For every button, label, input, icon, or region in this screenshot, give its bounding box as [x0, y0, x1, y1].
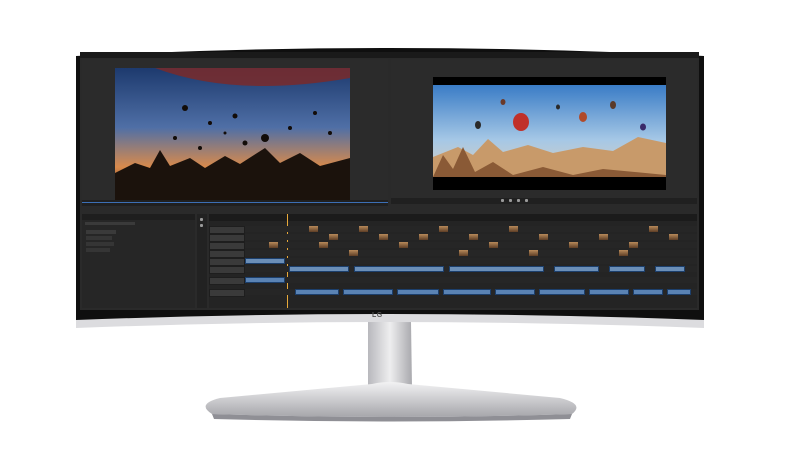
track-header[interactable]: [209, 226, 245, 234]
audio-clip[interactable]: [397, 289, 439, 295]
video-clip[interactable]: [489, 242, 498, 248]
video-clip[interactable]: [379, 234, 388, 240]
video-clip[interactable]: [245, 258, 285, 264]
step-forward-icon[interactable]: [517, 199, 520, 202]
audio-clip[interactable]: [539, 289, 585, 295]
project-item[interactable]: [86, 248, 110, 252]
selection-tool-icon[interactable]: [200, 218, 203, 221]
video-clip[interactable]: [554, 266, 599, 272]
project-panel-header: [82, 214, 195, 220]
program-monitor-controls: [391, 198, 697, 204]
audio-clip[interactable]: [495, 289, 535, 295]
video-clip[interactable]: [439, 226, 448, 232]
video-clip[interactable]: [459, 250, 468, 256]
audio-clip[interactable]: [295, 289, 339, 295]
program-monitor-panel: [391, 59, 697, 204]
track-header[interactable]: [209, 242, 245, 250]
video-clip[interactable]: [419, 234, 428, 240]
video-clip[interactable]: [669, 234, 678, 240]
video-clip[interactable]: [289, 266, 349, 272]
project-item[interactable]: [86, 230, 116, 234]
video-editor-window: [80, 52, 699, 310]
timeline-ruler: [209, 214, 697, 221]
video-clip[interactable]: [269, 242, 278, 248]
project-panel-search[interactable]: [85, 222, 135, 225]
track-header[interactable]: [209, 258, 245, 266]
video-clip[interactable]: [539, 234, 548, 240]
video-clip[interactable]: [449, 266, 544, 272]
video-track: [209, 226, 697, 232]
window-top-bar: [80, 52, 699, 58]
video-track: [209, 242, 697, 248]
program-monitor-image: [433, 77, 666, 190]
video-clip[interactable]: [509, 226, 518, 232]
project-panel: [82, 214, 195, 308]
track-header[interactable]: [209, 277, 245, 285]
balloons-dusk-image: [115, 68, 350, 200]
video-clip[interactable]: [599, 234, 608, 240]
razor-tool-icon[interactable]: [200, 224, 203, 227]
video-clip[interactable]: [629, 242, 638, 248]
video-clip[interactable]: [354, 266, 444, 272]
monitor: [76, 48, 704, 326]
timeline-panel: [209, 214, 697, 308]
video-clip[interactable]: [319, 242, 328, 248]
tools-panel: [197, 214, 207, 308]
video-clip[interactable]: [655, 266, 685, 272]
video-clip[interactable]: [469, 234, 478, 240]
source-monitor-image: [115, 68, 350, 200]
video-clip[interactable]: [619, 250, 628, 256]
video-clip[interactable]: [529, 250, 538, 256]
project-item[interactable]: [86, 242, 114, 246]
step-back-icon[interactable]: [501, 199, 504, 202]
track-header[interactable]: [209, 266, 245, 274]
video-clip[interactable]: [359, 226, 368, 232]
audio-clip[interactable]: [343, 289, 393, 295]
video-clip[interactable]: [329, 234, 338, 240]
track-header[interactable]: [209, 234, 245, 242]
video-clip[interactable]: [309, 226, 318, 232]
track-header[interactable]: [209, 289, 245, 297]
loop-icon[interactable]: [525, 199, 528, 202]
balloons-rocks-image: [433, 85, 666, 177]
video-clip[interactable]: [649, 226, 658, 232]
audio-clip[interactable]: [245, 277, 285, 283]
source-monitor-panel: [82, 59, 388, 206]
video-track: [209, 234, 697, 240]
track-header[interactable]: [209, 250, 245, 258]
audio-clip[interactable]: [667, 289, 691, 295]
audio-clip[interactable]: [633, 289, 663, 295]
audio-clip[interactable]: [589, 289, 629, 295]
source-monitor-controls: [82, 200, 388, 206]
video-clip[interactable]: [349, 250, 358, 256]
play-icon[interactable]: [509, 199, 512, 202]
project-item[interactable]: [86, 236, 112, 240]
video-clip[interactable]: [569, 242, 578, 248]
video-clip[interactable]: [609, 266, 645, 272]
audio-clip[interactable]: [443, 289, 491, 295]
video-clip[interactable]: [399, 242, 408, 248]
